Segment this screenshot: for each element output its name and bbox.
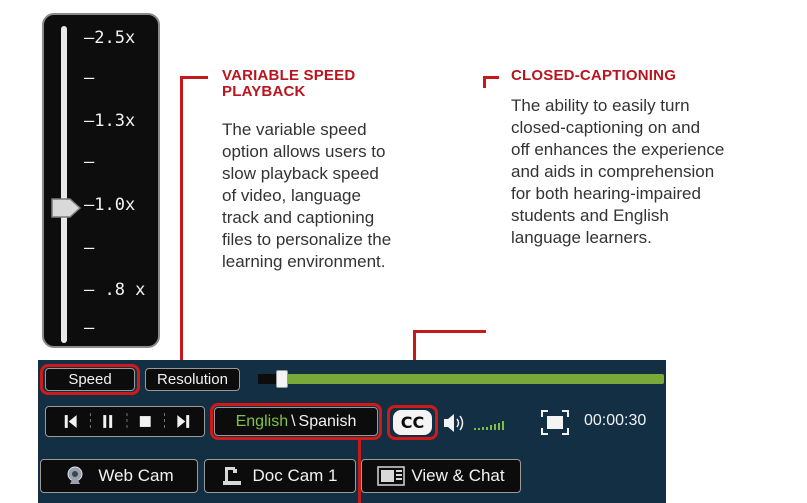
document-camera-icon — [223, 467, 242, 485]
speed-tick-minor: ‒ — [84, 68, 95, 88]
speed-callout-body: The variable speed option allows users t… — [222, 120, 392, 271]
webcam-label: Web Cam — [98, 466, 174, 485]
callout-connector — [358, 440, 361, 503]
speed-callout-title: VARIABLE SPEED PLAYBACK — [222, 67, 356, 100]
pause-icon[interactable] — [103, 415, 113, 428]
speed-slider-thumb[interactable] — [50, 197, 82, 219]
fullscreen-icon[interactable] — [539, 408, 571, 437]
webcam-icon — [67, 466, 83, 484]
language-selector[interactable]: English \ Spanish — [214, 407, 378, 436]
callout-connector — [180, 76, 183, 361]
speed-tick-minor: ‒ — [84, 152, 95, 172]
speed-tick-minor: ‒ — [84, 318, 95, 338]
speed-slider-track[interactable] — [61, 26, 67, 343]
seek-bar-played — [258, 374, 276, 384]
time-display: 00:00:30 — [584, 412, 647, 429]
transport-controls — [45, 406, 205, 437]
language-secondary[interactable]: Spanish — [299, 413, 357, 431]
callout-connector — [180, 76, 208, 79]
doccam-button[interactable]: Doc Cam 1 — [204, 459, 356, 493]
speed-tick-0-8x[interactable]: ‒ .8 x — [84, 280, 145, 300]
volume-level-bars[interactable] — [474, 421, 504, 430]
language-primary[interactable]: English — [236, 413, 288, 431]
seek-thumb[interactable] — [276, 370, 288, 388]
language-separator: \ — [291, 412, 296, 430]
cc-callout-body: The ability to easily turn closed-captio… — [511, 96, 725, 247]
seek-bar[interactable] — [258, 374, 664, 384]
speaker-icon[interactable] — [444, 414, 464, 432]
skip-forward-icon[interactable] — [177, 415, 190, 428]
stop-icon[interactable] — [139, 416, 151, 427]
volume-control[interactable] — [442, 412, 532, 434]
webcam-button[interactable]: Web Cam — [40, 459, 198, 493]
speed-button[interactable]: Speed — [45, 368, 135, 391]
cc-label: CC — [400, 413, 425, 432]
speed-tick-1-0x[interactable]: ‒1.0x — [84, 195, 135, 215]
callout-connector — [483, 76, 486, 88]
resolution-button[interactable]: Resolution — [145, 368, 240, 391]
callout-connector — [413, 330, 486, 333]
view-chat-icon — [377, 466, 406, 486]
skip-back-icon[interactable] — [64, 415, 77, 428]
speed-tick-minor: ‒ — [84, 238, 95, 258]
doccam-label: Doc Cam 1 — [252, 466, 338, 485]
view-chat-button[interactable]: View & Chat — [361, 459, 521, 493]
cc-callout-title: CLOSED-CAPTIONING — [511, 67, 677, 84]
speed-tick-2-5x[interactable]: ‒2.5x — [84, 28, 135, 48]
speed-tick-1-3x[interactable]: ‒1.3x — [84, 111, 135, 131]
view-chat-label: View & Chat — [411, 466, 505, 485]
cc-button[interactable]: CC — [393, 410, 432, 435]
